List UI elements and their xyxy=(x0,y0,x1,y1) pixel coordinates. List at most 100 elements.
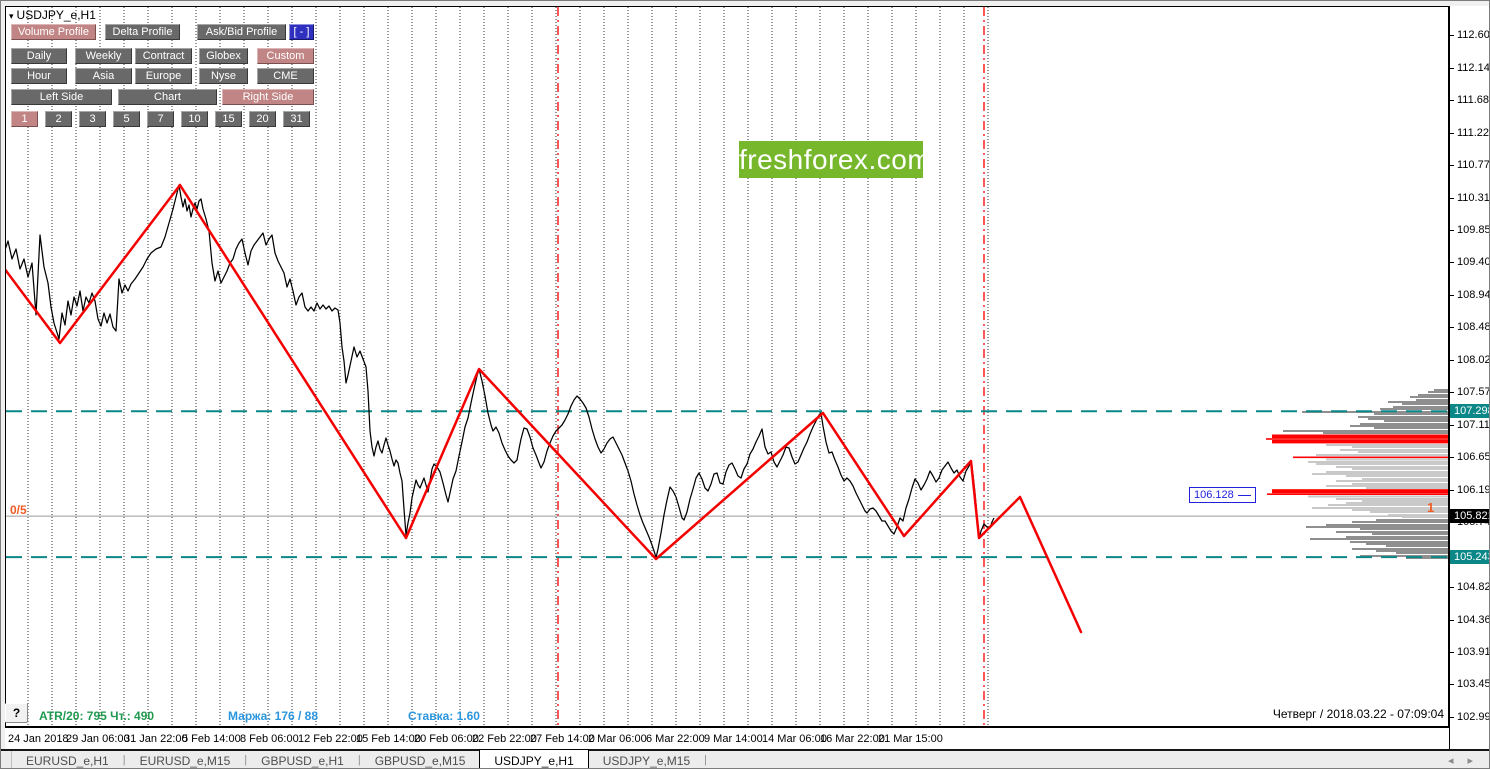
time-axis-label: 9 Mar 14:00 xyxy=(704,733,763,745)
time-axis-label: 6 Mar 22:00 xyxy=(646,733,705,745)
time-axis-label: 22 Feb 22:00 xyxy=(472,733,537,745)
help-button[interactable]: ? xyxy=(5,703,28,723)
price-axis-label: 108.480 xyxy=(1457,321,1489,334)
button-3[interactable]: 3 xyxy=(79,111,106,127)
broker-watermark: freshforex.com xyxy=(739,141,931,178)
price-axis-label: 103.450 xyxy=(1457,678,1489,691)
status-datetime-text: Четверг / 2018.03.22 - 07:09:04 xyxy=(1272,707,1444,721)
button-31[interactable]: 31 xyxy=(283,111,310,127)
price-axis-label: 104.820 xyxy=(1457,581,1489,594)
button-15[interactable]: 15 xyxy=(215,111,242,127)
price-axis-label: 102.990 xyxy=(1457,711,1489,724)
button-ask-bid-profile[interactable]: Ask/Bid Profile xyxy=(197,24,286,40)
button-20[interactable]: 20 xyxy=(249,111,276,127)
price-axis-label: 112.140 xyxy=(1457,61,1490,74)
tab-usdjpy-e-m15[interactable]: USDJPY_e,M15 xyxy=(589,751,704,768)
price-axis-label: 107.110 xyxy=(1457,418,1490,431)
chart-symbol-title: ▾ USDJPY_e,H1 xyxy=(9,8,96,22)
status-margin-text: Маржа: 176 / 88 xyxy=(228,709,319,723)
price-level-marker-value: 106.128 xyxy=(1194,489,1234,501)
status-atr-text: ATR/20: 795 Чт.: 490 xyxy=(39,709,155,723)
time-axis-label: 27 Feb 14:00 xyxy=(530,733,595,745)
tab-eurusd-e-m15[interactable]: EURUSD_e,M15 xyxy=(126,751,245,768)
price-axis-tick xyxy=(1450,391,1454,393)
time-axis-label: 31 Jan 22:00 xyxy=(124,733,188,745)
button-1[interactable]: 1 xyxy=(11,111,38,127)
button-10[interactable]: 10 xyxy=(181,111,208,127)
zigzag-wave-label: 0/5 xyxy=(10,503,27,517)
time-axis-label: 21 Mar 15:00 xyxy=(878,733,943,745)
tab-usdjpy-e-h1[interactable]: USDJPY_e,H1 xyxy=(479,749,589,768)
time-axis-label: 20 Feb 06:00 xyxy=(414,733,479,745)
price-axis-tick xyxy=(1450,457,1454,459)
time-axis-label: 29 Jan 06:00 xyxy=(66,733,130,745)
price-axis-tick xyxy=(1450,619,1454,621)
price-axis-tick xyxy=(1450,132,1454,134)
price-axis-tick xyxy=(1450,327,1454,329)
time-axis-label: 24 Jan 2018 xyxy=(8,733,69,745)
button-5[interactable]: 5 xyxy=(113,111,140,127)
price-level-marker-dash xyxy=(1237,494,1251,496)
button-right-side[interactable]: Right Side xyxy=(222,89,314,105)
time-axis-label: 5 Feb 14:00 xyxy=(182,733,241,745)
price-axis-label: 112.600 xyxy=(1457,29,1490,41)
button-nyse[interactable]: Nyse xyxy=(199,68,248,84)
button-btn[interactable]: [ - ] xyxy=(289,24,314,40)
price-axis-tick xyxy=(1450,489,1454,491)
price-axis-tick xyxy=(1450,717,1454,719)
button-2[interactable]: 2 xyxy=(45,111,72,127)
tab-bar-left-spacer xyxy=(1,751,12,768)
price-axis-tick xyxy=(1450,67,1454,69)
tab-scroll-arrows[interactable]: ◂▸ xyxy=(1448,754,1487,767)
price-axis-label: 111.680 xyxy=(1457,94,1490,107)
profile-count-label: 1 xyxy=(1427,500,1435,515)
level-price-badge: 105.243 xyxy=(1450,550,1489,565)
button-volume-profile[interactable]: Volume Profile xyxy=(11,24,96,40)
price-level-marker: 106.128 xyxy=(1189,487,1256,503)
chart-symbol-label: USDJPY_e,H1 xyxy=(16,8,96,22)
button-custom[interactable]: Custom xyxy=(257,48,314,64)
price-axis-tick xyxy=(1450,197,1454,199)
button-weekly[interactable]: Weekly xyxy=(75,48,132,64)
price-axis-tick xyxy=(1450,35,1454,36)
button-chart[interactable]: Chart xyxy=(118,89,217,105)
time-axis-label: 15 Feb 14:00 xyxy=(356,733,421,745)
time-axis-label: 8 Feb 06:00 xyxy=(240,733,299,745)
button-left-side[interactable]: Left Side xyxy=(11,89,112,105)
button-delta-profile[interactable]: Delta Profile xyxy=(105,24,180,40)
button-europe[interactable]: Europe xyxy=(135,68,192,84)
price-axis-label: 104.360 xyxy=(1457,613,1489,626)
chart-tab-bar: EURUSD_e,H1 | EURUSD_e,M15 | GBPUSD_e,H1 | GBP… xyxy=(1,749,1489,768)
price-axis-label: 109.850 xyxy=(1457,224,1489,237)
button-globex[interactable]: Globex xyxy=(199,48,248,64)
tab-gbpusd-e-m15[interactable]: GBPUSD_e,M15 xyxy=(361,751,480,768)
button-cme[interactable]: CME xyxy=(257,68,314,84)
button-daily[interactable]: Daily xyxy=(11,48,67,64)
price-axis-tick xyxy=(1450,424,1454,426)
tab-gbpusd-e-h1[interactable]: GBPUSD_e,H1 xyxy=(247,751,358,768)
price-axis-label: 103.910 xyxy=(1457,645,1489,658)
button-contract[interactable]: Contract xyxy=(135,48,192,64)
price-axis-label: 106.190 xyxy=(1457,483,1489,496)
price-axis-tick xyxy=(1450,651,1454,653)
price-axis-tick xyxy=(1450,294,1454,296)
terminal-window: ▾ USDJPY_e,H1 Volume Profile Delta Profile… xyxy=(0,0,1490,769)
price-axis-tick xyxy=(1450,100,1454,102)
price-axis-label: 106.650 xyxy=(1457,451,1489,464)
level-price-badge: 107.298 xyxy=(1450,404,1489,419)
button-7[interactable]: 7 xyxy=(147,111,174,127)
tab-eurusd-e-h1[interactable]: EURUSD_e,H1 xyxy=(12,751,123,768)
time-axis-label: 12 Feb 22:00 xyxy=(298,733,363,745)
tab-separator: | xyxy=(704,754,707,766)
chart-dropdown-icon[interactable]: ▾ xyxy=(9,11,14,21)
time-axis-label: 14 Mar 06:00 xyxy=(762,733,827,745)
price-scale[interactable]: 112.600 112.140 111.680 111.220 110.770 110.3… xyxy=(1449,6,1490,749)
price-axis-tick xyxy=(1450,360,1454,362)
price-axis-tick xyxy=(1450,587,1454,589)
button-asia[interactable]: Asia xyxy=(75,68,132,84)
button-hour[interactable]: Hour xyxy=(11,68,67,84)
status-rate-text: Ставка: 1.60 xyxy=(408,709,480,723)
price-axis-label: 108.020 xyxy=(1457,354,1489,367)
time-scale[interactable]: 24 Jan 2018 29 Jan 06:00 31 Jan 22:00 5 Feb… xyxy=(5,727,1449,749)
current-price-badge: 105.821 xyxy=(1450,509,1489,524)
